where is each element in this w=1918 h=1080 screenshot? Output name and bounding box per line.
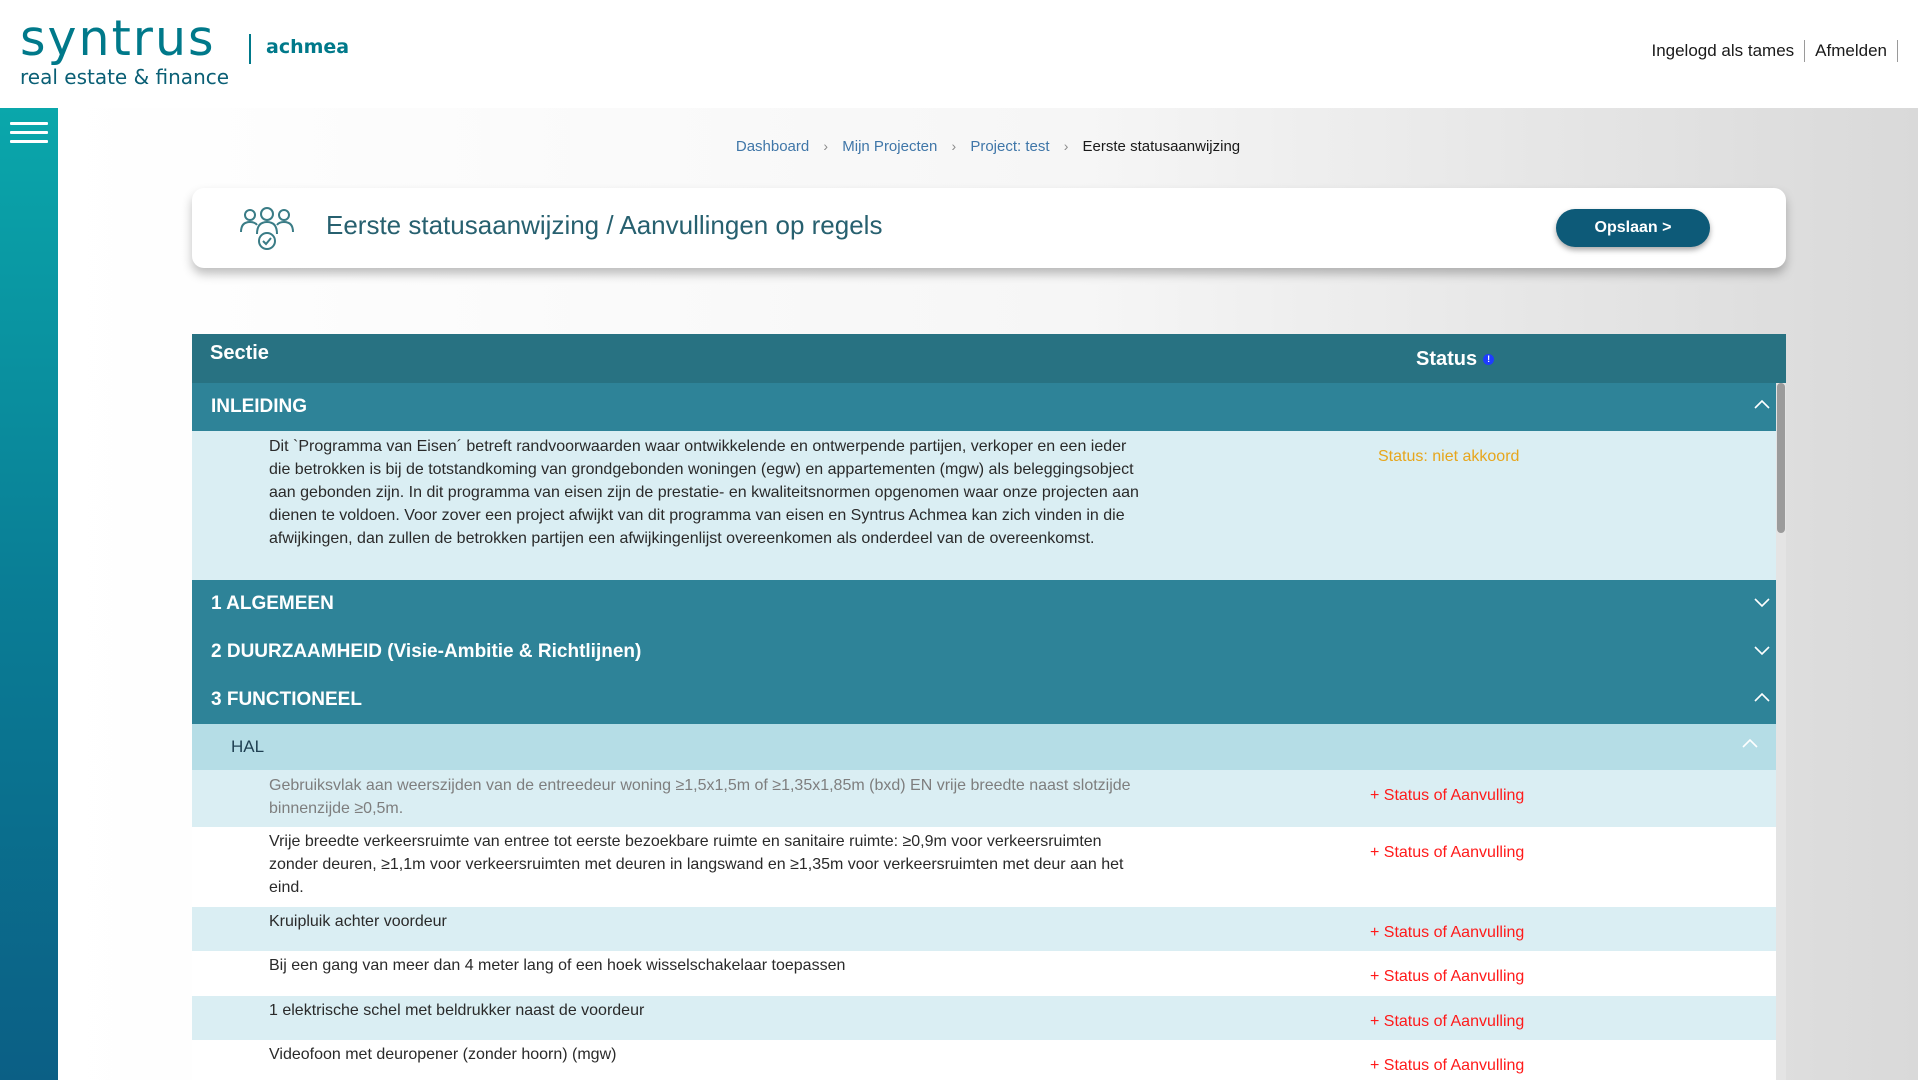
status-link[interactable]: Status: niet akkoord xyxy=(1378,448,1519,466)
breadcrumb: Dashboard › Mijn Projecten › Project: te… xyxy=(58,138,1918,155)
breadcrumb-dashboard[interactable]: Dashboard xyxy=(736,138,809,155)
table-row: 1 elektrische schel met beldrukker naast… xyxy=(192,996,1776,1040)
logo-wordmark: syntrus xyxy=(20,10,216,67)
status-link[interactable]: + Status of Aanvulling xyxy=(1370,1057,1524,1075)
logo-tagline: real estate & finance xyxy=(20,65,230,89)
hamburger-menu-icon[interactable] xyxy=(10,122,48,146)
requirements-table: Sectie Status ! INLEIDING Dit `Programma… xyxy=(192,334,1786,1080)
save-button[interactable]: Opslaan > xyxy=(1556,209,1710,247)
section-label: 2 DUURZAAMHEID (Visie-Ambitie & Richtlij… xyxy=(211,641,642,662)
section-label: 3 FUNCTIONEEL xyxy=(211,689,362,710)
main-content: Dashboard › Mijn Projecten › Project: te… xyxy=(58,108,1918,1080)
table-row: Vrije breedte verkeersruimte van entree … xyxy=(192,827,1776,907)
logo-divider xyxy=(249,34,251,64)
breadcrumb-project[interactable]: Project: test xyxy=(970,138,1049,155)
chevron-up-icon[interactable] xyxy=(1754,397,1770,413)
logout-link[interactable]: Afmelden xyxy=(1805,40,1898,62)
subsection-row-hal[interactable]: HAL xyxy=(192,724,1776,770)
subsection-label: HAL xyxy=(231,737,265,756)
chevron-down-icon[interactable] xyxy=(1754,642,1770,658)
table-body: INLEIDING Dit `Programma van Eisen´ betr… xyxy=(192,383,1776,1080)
chevron-up-icon[interactable] xyxy=(1754,690,1770,706)
table-row: Gebruiksvlak aan weerszijden van de entr… xyxy=(192,770,1776,827)
page-title: Eerste statusaanwijzing / Aanvullingen o… xyxy=(326,210,883,240)
chevron-down-icon[interactable] xyxy=(1754,594,1770,610)
table-row: Bij een gang van meer dan 4 meter lang o… xyxy=(192,951,1776,996)
logged-in-user-link[interactable]: Ingelogd als tames xyxy=(1641,40,1806,62)
company-logo[interactable]: syntrus achmea real estate & finance xyxy=(20,10,349,90)
section-label: 1 ALGEMEEN xyxy=(211,593,334,614)
section-row-algemeen[interactable]: 1 ALGEMEEN xyxy=(192,580,1776,628)
table-row: Dit `Programma van Eisen´ betreft randvo… xyxy=(192,431,1776,580)
section-label: INLEIDING xyxy=(211,396,308,417)
requirement-text: Kruipluik achter voordeur xyxy=(269,913,447,930)
table-row: Videofoon met deuropener (zonder hoorn) … xyxy=(192,1040,1776,1080)
status-link[interactable]: + Status of Aanvulling xyxy=(1370,844,1524,862)
section-row-duurzaamheid[interactable]: 2 DUURZAAMHEID (Visie-Ambitie & Richtlij… xyxy=(192,628,1776,676)
info-icon[interactable]: ! xyxy=(1483,354,1495,365)
breadcrumb-projects[interactable]: Mijn Projecten xyxy=(842,138,937,155)
status-link[interactable]: + Status of Aanvulling xyxy=(1370,924,1524,942)
chevron-right-icon: › xyxy=(1063,138,1069,154)
page-title-card: Eerste statusaanwijzing / Aanvullingen o… xyxy=(192,188,1786,268)
chevron-right-icon: › xyxy=(823,138,829,154)
requirement-text: Dit `Programma van Eisen´ betreft randvo… xyxy=(269,438,1139,547)
section-row-inleiding[interactable]: INLEIDING xyxy=(192,383,1776,431)
sidebar xyxy=(0,108,58,1080)
requirement-text: Videofoon met deuropener (zonder hoorn) … xyxy=(269,1046,617,1063)
status-link[interactable]: + Status of Aanvulling xyxy=(1370,968,1524,986)
requirement-text: Vrije breedte verkeersruimte van entree … xyxy=(269,833,1124,896)
app-header: syntrus achmea real estate & finance Ing… xyxy=(0,0,1918,108)
table-row: Kruipluik achter voordeur + Status of Aa… xyxy=(192,907,1776,951)
status-link[interactable]: + Status of Aanvulling xyxy=(1370,787,1524,805)
logo-brand: achmea xyxy=(266,36,350,58)
table-header: Sectie Status ! xyxy=(192,334,1786,383)
column-header-status-label: Status xyxy=(1416,348,1478,370)
requirement-text: 1 elektrische schel met beldrukker naast… xyxy=(269,1002,645,1019)
requirement-text: Bij een gang van meer dan 4 meter lang o… xyxy=(269,957,846,974)
user-links: Ingelogd als tames Afmelden xyxy=(1641,40,1898,62)
section-row-functioneel[interactable]: 3 FUNCTIONEEL xyxy=(192,676,1776,724)
breadcrumb-current: Eerste statusaanwijzing xyxy=(1082,138,1241,155)
requirement-text: Gebruiksvlak aan weerszijden van de entr… xyxy=(269,777,1131,817)
people-check-icon xyxy=(240,207,294,250)
chevron-right-icon: › xyxy=(951,138,957,154)
column-header-section: Sectie xyxy=(210,342,269,364)
table-scrollbar[interactable] xyxy=(1776,383,1786,1080)
scrollbar-thumb[interactable] xyxy=(1777,383,1785,533)
column-header-status: Status ! xyxy=(1416,348,1495,371)
status-link[interactable]: + Status of Aanvulling xyxy=(1370,1013,1524,1031)
chevron-up-icon[interactable] xyxy=(1742,736,1758,752)
